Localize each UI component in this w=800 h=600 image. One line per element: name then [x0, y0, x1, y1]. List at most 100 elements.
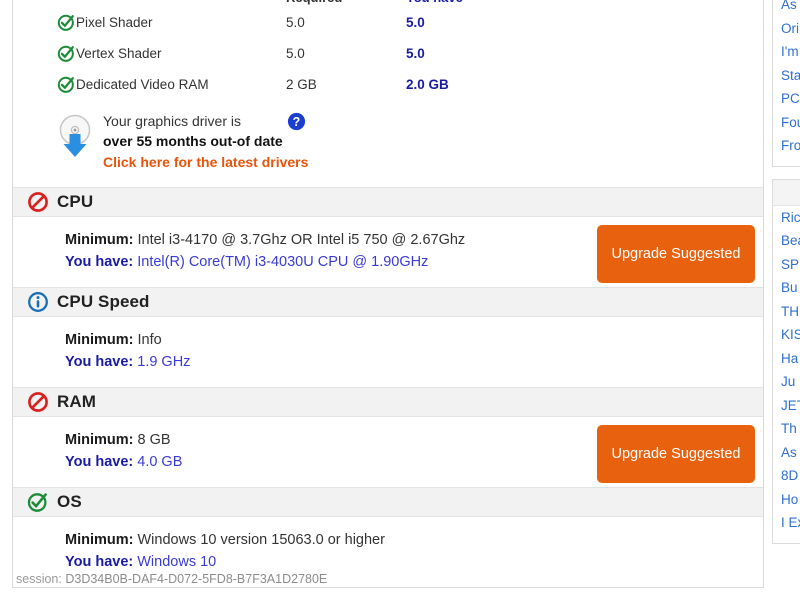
list-item[interactable]: Fou [773, 111, 800, 135]
sidebar-card-top: As Ori I'm Sta PC Fou Fro [772, 0, 800, 167]
feature-required: 5.0 [286, 15, 305, 30]
youhave-value: 1.9 GHz [137, 354, 191, 370]
list-item[interactable]: 8D [773, 464, 800, 488]
minimum-value: Intel i3-4170 @ 3.7Ghz OR Intel i5 750 @… [137, 232, 466, 248]
list-item[interactable]: I'm [773, 40, 800, 64]
youhave-label: You have: [65, 454, 134, 470]
minimum-value: Info [137, 332, 162, 348]
list-item[interactable]: I Ex [773, 511, 800, 535]
gpu-spec-table: Required You have Pixel Shader [13, 0, 763, 100]
row-status-cell [13, 7, 76, 38]
driver-notice: Your graphics driver is ? over 55 months… [13, 100, 763, 187]
youhave-label: You have: [65, 254, 134, 270]
driver-update-link[interactable]: Click here for the latest drivers [103, 152, 308, 173]
requirement-title: RAM [57, 392, 97, 411]
info-circle-icon [27, 290, 51, 314]
requirement-body: Minimum: Info You have: 1.9 GHz [13, 317, 763, 387]
list-item[interactable]: KIS [773, 323, 800, 347]
list-item[interactable]: Sta [773, 64, 800, 88]
youhave-label: You have: [65, 354, 134, 370]
minimum-label: Minimum: [65, 232, 134, 248]
feature-youhave: 5.0 [406, 15, 425, 30]
minimum-line: Minimum: Windows 10 version 15063.0 or h… [65, 529, 763, 551]
youhave-value: Intel(R) Core(TM) i3-4030U CPU @ 1.90GHz [137, 254, 429, 270]
list-item[interactable]: Ha [773, 347, 800, 371]
youhave-line: You have: Windows 10 [65, 551, 763, 573]
sidebar-card-bottom: Ric Bea SP Bu TH KIS Ha Ju JET Th As 8D … [772, 178, 800, 544]
minimum-label: Minimum: [65, 532, 134, 548]
sidebar-card-header [773, 179, 800, 206]
svg-text:?: ? [293, 115, 301, 129]
question-help-icon[interactable]: ? [287, 112, 306, 131]
check-circle-icon [27, 490, 51, 514]
feature-required: 2 GB [286, 77, 317, 92]
list-item[interactable]: As [773, 0, 800, 17]
requirement-block-ram: RAM Minimum: 8 GB You have: 4.0 GB Upgra… [13, 387, 763, 487]
list-item[interactable]: SP [773, 253, 800, 277]
driver-download-icon [53, 110, 99, 165]
requirement-block-cpu: CPU Minimum: Intel i3-4170 @ 3.7Ghz OR I… [13, 187, 763, 287]
minimum-value: Windows 10 version 15063.0 or higher [137, 532, 385, 548]
spec-table-header: Required You have [13, 0, 763, 7]
minimum-label: Minimum: [65, 332, 134, 348]
list-item[interactable]: As [773, 441, 800, 465]
main-content-column: Required You have Pixel Shader [12, 0, 764, 588]
right-sidebar: As Ori I'm Sta PC Fou Fro Ric Bea SP Bu … [772, 0, 800, 556]
feature-name: Vertex Shader [76, 46, 162, 61]
table-row: Pixel Shader 5.0 5.0 [13, 7, 763, 38]
col-feature [76, 0, 286, 7]
youhave-value: Windows 10 [137, 554, 217, 570]
requirement-header: CPU [13, 187, 763, 217]
upgrade-suggested-button-ram[interactable]: Upgrade Suggested [597, 425, 755, 483]
driver-status-text: Your graphics driver is [103, 113, 241, 129]
check-circle-icon [57, 75, 76, 94]
list-item[interactable]: JET [773, 394, 800, 418]
list-item[interactable]: Bea [773, 229, 800, 253]
col-youhave-header: You have [406, 0, 763, 7]
check-circle-icon [57, 44, 76, 63]
feature-required: 5.0 [286, 46, 305, 61]
session-id: D3D34B0B-DAF4-D072-5FD8-B7F3A1D2780E [65, 572, 328, 586]
no-entry-icon [27, 190, 51, 214]
list-item[interactable]: TH [773, 300, 800, 324]
feature-youhave: 2.0 GB [406, 77, 449, 92]
list-item[interactable]: Ju [773, 370, 800, 394]
feature-youhave: 5.0 [406, 46, 425, 61]
list-item[interactable]: Fro [773, 134, 800, 158]
list-item[interactable]: PC [773, 87, 800, 111]
list-item[interactable]: Ho [773, 488, 800, 512]
driver-age-text: over 55 months out-of date [103, 133, 283, 149]
upgrade-suggested-button-cpu[interactable]: Upgrade Suggested [597, 225, 755, 283]
list-item[interactable]: Bu [773, 276, 800, 300]
requirement-title: CPU Speed [57, 292, 150, 311]
session-label: session: [16, 572, 62, 586]
list-item[interactable]: Ric [773, 206, 800, 230]
table-row: Dedicated Video RAM 2 GB 2.0 GB [13, 69, 763, 100]
requirement-title: CPU [57, 192, 94, 211]
list-item[interactable]: Ori [773, 17, 800, 41]
youhave-value: 4.0 GB [137, 454, 183, 470]
driver-notice-text: Your graphics driver is ? over 55 months… [99, 110, 308, 173]
youhave-line: You have: 1.9 GHz [65, 351, 763, 373]
col-required-header: Required [286, 0, 406, 7]
minimum-line: Minimum: Info [65, 329, 763, 351]
minimum-label: Minimum: [65, 432, 134, 448]
table-header-row: Required You have [13, 0, 763, 7]
no-entry-icon [27, 390, 51, 414]
requirement-header: OS [13, 487, 763, 517]
feature-name: Dedicated Video RAM [76, 77, 209, 92]
check-circle-icon [57, 13, 76, 32]
minimum-value: 8 GB [137, 432, 171, 448]
list-item[interactable]: Th [773, 417, 800, 441]
table-row: Vertex Shader 5.0 5.0 [13, 38, 763, 69]
col-status [13, 0, 76, 7]
row-status-cell [13, 69, 76, 100]
requirement-header: RAM [13, 387, 763, 417]
requirement-header: CPU Speed [13, 287, 763, 317]
requirement-block-cpu-speed: CPU Speed Minimum: Info You have: 1.9 GH… [13, 287, 763, 387]
spec-table-body: Pixel Shader 5.0 5.0 Vertex Shader 5.0 5… [13, 7, 763, 100]
feature-name: Pixel Shader [76, 15, 153, 30]
requirements-check-page: Required You have Pixel Shader [0, 0, 800, 600]
session-footer: session: D3D34B0B-DAF4-D072-5FD8-B7F3A1D… [12, 572, 764, 586]
driver-line-1: Your graphics driver is ? [103, 112, 308, 131]
